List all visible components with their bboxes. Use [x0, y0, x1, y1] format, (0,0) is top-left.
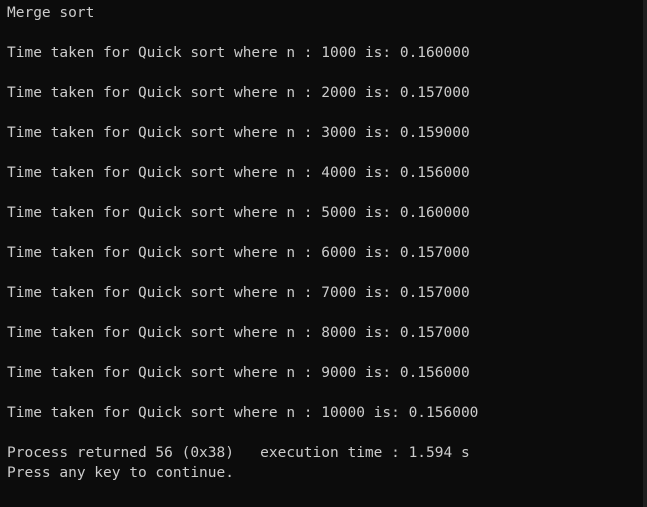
- console-title-line: Merge sort: [7, 5, 95, 21]
- result-line: Time taken for Quick sort where n : 5000…: [7, 205, 470, 221]
- result-line: Time taken for Quick sort where n : 4000…: [7, 165, 470, 181]
- result-line: Time taken for Quick sort where n : 3000…: [7, 125, 470, 141]
- vertical-scrollbar[interactable]: [643, 0, 647, 507]
- result-line: Time taken for Quick sort where n : 1000…: [7, 405, 479, 421]
- result-line: Time taken for Quick sort where n : 6000…: [7, 245, 470, 261]
- process-return-line: Process returned 56 (0x38) execution tim…: [7, 445, 470, 461]
- result-line: Time taken for Quick sort where n : 1000…: [7, 45, 470, 61]
- console-window: Merge sort Time taken for Quick sort whe…: [0, 0, 647, 507]
- press-any-key-prompt: Press any key to continue.: [7, 465, 234, 481]
- result-line: Time taken for Quick sort where n : 7000…: [7, 285, 470, 301]
- result-line: Time taken for Quick sort where n : 9000…: [7, 365, 470, 381]
- result-line: Time taken for Quick sort where n : 8000…: [7, 325, 470, 341]
- result-line: Time taken for Quick sort where n : 2000…: [7, 85, 470, 101]
